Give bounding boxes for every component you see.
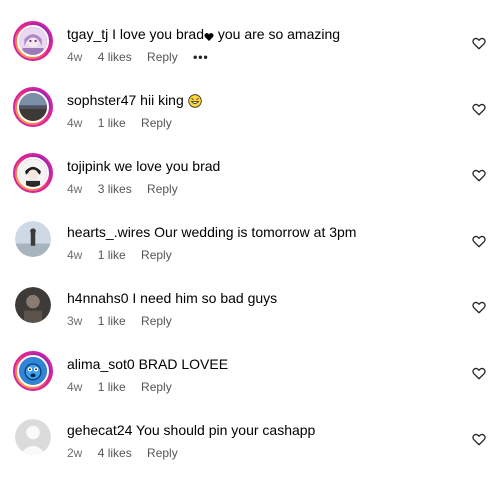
avatar[interactable] bbox=[13, 87, 53, 127]
comment-meta: 3w 1 like Reply bbox=[67, 313, 184, 329]
reply-button[interactable]: Reply bbox=[147, 50, 178, 64]
reply-button[interactable]: Reply bbox=[141, 380, 172, 394]
comment-time: 2w bbox=[67, 446, 83, 460]
comment-time: 4w bbox=[67, 116, 83, 130]
comment-username[interactable]: tgay_tj bbox=[67, 26, 108, 42]
comment-time: 4w bbox=[67, 182, 83, 196]
comment-meta: 4w 4 likes Reply ••• bbox=[67, 49, 221, 65]
comment-meta: 4w 1 like Reply bbox=[67, 247, 184, 263]
comment-username[interactable]: hearts_.wires bbox=[67, 224, 150, 240]
comment-item: h4nnahs0 I need him so bad guys 3w 1 lik… bbox=[0, 285, 498, 345]
comment-text-line: gehecat24 You should pin your cashapp bbox=[67, 421, 315, 439]
comment-text-continued: you are so amazing bbox=[213, 26, 341, 42]
reply-button[interactable]: Reply bbox=[147, 182, 178, 196]
comment-item: tgay_tj I love you brad you are so amazi… bbox=[0, 21, 498, 81]
comments-list: tgay_tj I love you brad you are so amazi… bbox=[0, 0, 498, 475]
like-count[interactable]: 4 likes bbox=[98, 446, 132, 460]
landscape-avatar-icon bbox=[17, 91, 49, 123]
comment-text-line: hearts_.wires Our wedding is tomorrow at… bbox=[67, 223, 356, 241]
like-count[interactable]: 1 like bbox=[98, 116, 126, 130]
comment-meta: 2w 4 likes Reply bbox=[67, 445, 190, 461]
comment-item: hearts_.wires Our wedding is tomorrow at… bbox=[0, 219, 498, 279]
comment-item: gehecat24 You should pin your cashapp 2w… bbox=[0, 417, 498, 477]
comment-username[interactable]: alima_sot0 bbox=[67, 356, 135, 372]
like-heart-icon[interactable] bbox=[472, 433, 486, 446]
default-user-avatar-icon bbox=[15, 419, 51, 455]
like-heart-icon[interactable] bbox=[472, 367, 486, 380]
comment-text: Our wedding is tomorrow at 3pm bbox=[154, 224, 357, 240]
comment-username[interactable]: tojipink bbox=[67, 158, 111, 174]
comment-item: sophster47 hii king 4w 1 like Reply bbox=[0, 87, 498, 147]
like-count[interactable]: 4 likes bbox=[98, 50, 132, 64]
comment-time: 4w bbox=[67, 248, 83, 262]
comment-username[interactable]: gehecat24 bbox=[67, 422, 132, 438]
like-count[interactable]: 1 like bbox=[98, 314, 126, 328]
comment-item: alima_sot0 BRAD LOVEE 4w 1 like Reply bbox=[0, 351, 498, 411]
comment-text-line: tgay_tj I love you brad you are so amazi… bbox=[67, 25, 340, 46]
comment-meta: 4w 1 like Reply bbox=[67, 115, 184, 131]
comment-meta: 4w 1 like Reply bbox=[67, 379, 184, 395]
avatar[interactable] bbox=[13, 21, 53, 61]
comment-text: You should pin your cashapp bbox=[136, 422, 316, 438]
like-heart-icon[interactable] bbox=[472, 103, 486, 116]
like-heart-icon[interactable] bbox=[472, 37, 486, 50]
more-options-button[interactable]: ••• bbox=[193, 50, 209, 64]
like-heart-icon[interactable] bbox=[472, 235, 486, 248]
avatar[interactable] bbox=[15, 419, 51, 455]
avatar[interactable] bbox=[13, 153, 53, 193]
like-heart-icon[interactable] bbox=[472, 169, 486, 182]
comment-time: 4w bbox=[67, 380, 83, 394]
comment-text-line: h4nnahs0 I need him so bad guys bbox=[67, 289, 277, 307]
beach-avatar-icon bbox=[15, 221, 51, 257]
comment-text-line: alima_sot0 BRAD LOVEE bbox=[67, 355, 228, 373]
comment-meta: 4w 3 likes Reply bbox=[67, 181, 190, 197]
comment-username[interactable]: h4nnahs0 bbox=[67, 290, 129, 306]
dark-photo-avatar-icon bbox=[15, 287, 51, 323]
comment-item: tojipink we love you brad 4w 3 likes Rep… bbox=[0, 153, 498, 213]
comment-text: I need him so bad guys bbox=[132, 290, 278, 306]
reply-button[interactable]: Reply bbox=[141, 116, 172, 130]
comment-text: I love you brad bbox=[112, 26, 204, 42]
avatar[interactable] bbox=[15, 287, 51, 323]
like-heart-icon[interactable] bbox=[472, 301, 486, 314]
like-count[interactable]: 3 likes bbox=[98, 182, 132, 196]
comment-text-line: tojipink we love you brad bbox=[67, 157, 220, 175]
avatar[interactable] bbox=[15, 221, 51, 257]
comment-text: BRAD LOVEE bbox=[138, 356, 229, 372]
avatar[interactable] bbox=[13, 351, 53, 391]
comment-time: 3w bbox=[67, 314, 83, 328]
like-count[interactable]: 1 like bbox=[98, 248, 126, 262]
comment-text-line: sophster47 hii king bbox=[67, 91, 202, 112]
blue-cartoon-avatar-icon bbox=[17, 355, 49, 387]
reply-button[interactable]: Reply bbox=[141, 248, 172, 262]
anime-boy-avatar-icon bbox=[17, 157, 49, 189]
like-count[interactable]: 1 like bbox=[98, 380, 126, 394]
anime-avatar-icon bbox=[17, 25, 49, 57]
reply-button[interactable]: Reply bbox=[141, 314, 172, 328]
comment-text: we love you brad bbox=[114, 158, 221, 174]
grinning-emoji-icon bbox=[187, 94, 202, 112]
reply-button[interactable]: Reply bbox=[147, 446, 178, 460]
comment-time: 4w bbox=[67, 50, 83, 64]
black-heart-icon bbox=[204, 28, 214, 46]
comment-username[interactable]: sophster47 bbox=[67, 92, 136, 108]
comment-text: hii king bbox=[140, 92, 184, 108]
